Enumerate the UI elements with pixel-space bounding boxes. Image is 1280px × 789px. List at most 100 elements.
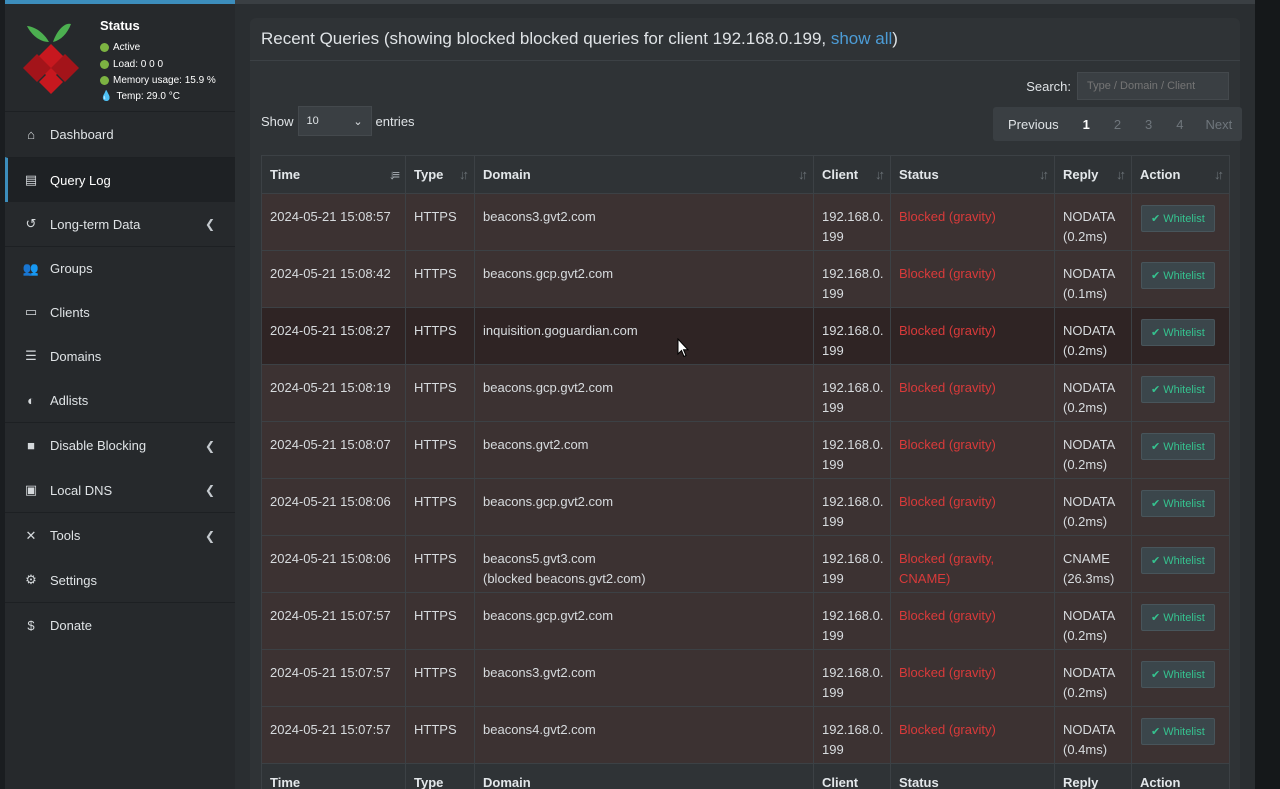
sidebar-item-label: Settings — [50, 572, 97, 588]
sidebar-item-local-dns[interactable]: ▣ Local DNS ❮ — [5, 468, 235, 512]
whitelist-label: Whitelist — [1163, 383, 1205, 396]
whitelist-button[interactable]: ✔ Whitelist — [1141, 661, 1215, 688]
sidebar-item-tools[interactable]: ✕ Tools ❮ — [5, 512, 235, 558]
client-text: 192.168.0. — [822, 380, 884, 395]
sidebar-item-label: Long-term Data — [50, 216, 141, 232]
sidebar-item-dashboard[interactable]: ⌂ Dashboard — [5, 112, 235, 157]
domain-name: beacons3.gvt2.com — [483, 665, 596, 680]
client-text: 199 — [822, 514, 844, 529]
whitelist-button[interactable]: ✔ Whitelist — [1141, 319, 1215, 346]
sidebar-item-donate[interactable]: $ Donate — [5, 602, 235, 648]
cell-client: 192.168.0. 199 — [813, 649, 891, 707]
page-button-1[interactable]: 1 — [1071, 117, 1102, 132]
cell-client: 192.168.0. 199 — [813, 535, 891, 593]
whitelist-button[interactable]: ✔ Whitelist — [1141, 262, 1215, 289]
column-header-status[interactable]: Status ↓↑ — [890, 155, 1055, 194]
sidebar-item-label: Donate — [50, 618, 92, 633]
cell-client: 192.168.0. 199 — [813, 193, 891, 251]
box-title-text: Recent Queries (showing blocked blocked … — [261, 29, 831, 48]
reply-text: (0.2ms) — [1063, 229, 1108, 244]
sidebar-item-settings[interactable]: ⚙ Settings — [5, 558, 235, 602]
sidebar-item-groups[interactable]: 👥 Groups — [5, 246, 235, 290]
shield-icon: ◐ — [27, 392, 35, 408]
previous-button[interactable]: Previous — [993, 117, 1071, 132]
cell-domain: beacons3.gvt2.com — [474, 193, 814, 251]
column-header-domain[interactable]: Domain ↓↑ — [474, 155, 814, 194]
table-footer-row: Time Type Domain Client Status Reply Act… — [261, 763, 1230, 789]
domain-name: beacons4.gvt2.com — [483, 722, 596, 737]
cell-domain: beacons.gcp.gvt2.com — [474, 364, 814, 422]
status-temp: 💧 Temp: 29.0 °C — [100, 91, 180, 102]
client-text: 199 — [822, 571, 844, 586]
whitelist-button[interactable]: ✔ Whitelist — [1141, 604, 1215, 631]
sidebar-item-adlists[interactable]: ◐ Adlists — [5, 378, 235, 422]
mouse-cursor-icon — [677, 338, 689, 358]
footer-client: Client — [813, 763, 891, 789]
sidebar-item-label: Clients — [50, 304, 90, 320]
show-all-link[interactable]: show all — [831, 29, 892, 48]
reply-text: (26.3ms) — [1063, 571, 1115, 586]
column-header-type[interactable]: Type ↓↑ — [405, 155, 475, 194]
main-content: Recent Queries (showing blocked blocked … — [235, 0, 1255, 789]
check-icon: ✔ — [1151, 383, 1161, 396]
reply-text: (0.2ms) — [1063, 343, 1108, 358]
sidebar-item-clients[interactable]: ▭ Clients — [5, 290, 235, 334]
status-memory: Memory usage: 15.9 % — [100, 75, 216, 86]
table-row: 2024-05-21 15:08:06 HTTPS beacons5.gvt3.co… — [261, 535, 1230, 593]
entries-select[interactable]: 10 ⌄ — [297, 106, 372, 136]
whitelist-button[interactable]: ✔ Whitelist — [1141, 547, 1215, 574]
cell-client: 192.168.0. 199 — [813, 421, 891, 479]
cell-type: HTTPS — [405, 535, 475, 593]
whitelist-button[interactable]: ✔ Whitelist — [1141, 718, 1215, 745]
laptop-icon: ▭ — [24, 304, 38, 319]
search-input[interactable] — [1077, 72, 1229, 100]
column-label: Status — [899, 167, 939, 182]
cell-time: 2024-05-21 15:08:57 — [261, 193, 406, 251]
column-header-action[interactable]: Action ↓↑ — [1131, 155, 1230, 194]
sidebar-item-disable-blocking[interactable]: ■ Disable Blocking ❮ — [5, 422, 235, 468]
client-text: 199 — [822, 343, 844, 358]
whitelist-button[interactable]: ✔ Whitelist — [1141, 490, 1215, 517]
home-icon: ⌂ — [27, 127, 35, 142]
reply-text: NODATA — [1063, 380, 1116, 395]
whitelist-button[interactable]: ✔ Whitelist — [1141, 376, 1215, 403]
status-temp-text: Temp: 29.0 °C — [116, 91, 180, 102]
next-button[interactable]: Next — [1196, 117, 1243, 132]
status-dot-icon — [100, 76, 109, 85]
sort-icon: ↓↑ — [1039, 167, 1049, 182]
cell-domain: beacons.gvt2.com — [474, 421, 814, 479]
column-header-time[interactable]: Time ↓≡ — [261, 155, 406, 194]
cell-time: 2024-05-21 15:08:27 — [261, 307, 406, 365]
search-label: Search: — [1026, 78, 1071, 94]
pihole-logo[interactable] — [23, 20, 83, 102]
cell-domain: beacons5.gvt3.com (blocked beacons.gvt2.c… — [474, 535, 814, 593]
page-button-4[interactable]: 4 — [1164, 117, 1195, 132]
sidebar-item-long-term-data[interactable]: ↺ Long-term Data ❮ — [5, 202, 235, 246]
users-icon: 👥 — [22, 260, 40, 276]
cell-reply: NODATA (0.2ms) — [1054, 364, 1132, 422]
sort-icon: ↓↑ — [1214, 167, 1224, 182]
cell-action: ✔ Whitelist — [1131, 535, 1230, 593]
cell-type: HTTPS — [405, 364, 475, 422]
column-header-reply[interactable]: Reply ↓↑ — [1054, 155, 1132, 194]
page-button-3[interactable]: 3 — [1133, 117, 1164, 132]
page-button-2[interactable]: 2 — [1102, 117, 1133, 132]
reply-text: (0.2ms) — [1063, 514, 1108, 529]
whitelist-button[interactable]: ✔ Whitelist — [1141, 205, 1215, 232]
sort-icon: ↓↑ — [1116, 167, 1126, 182]
table-row: 2024-05-21 15:08:19 HTTPS beacons.gcp.gvt2… — [261, 364, 1230, 422]
show-label: Show — [261, 113, 294, 129]
table-body: 2024-05-21 15:08:57 HTTPS beacons3.gvt2.co… — [261, 193, 1230, 764]
sidebar-item-query-log[interactable]: ▤ Query Log — [5, 157, 235, 202]
domain-name: beacons3.gvt2.com — [483, 209, 596, 224]
cell-status: Blocked (gravity) — [890, 706, 1055, 764]
column-header-client[interactable]: Client ↓↑ — [813, 155, 891, 194]
client-text: 192.168.0. — [822, 665, 884, 680]
check-icon: ✔ — [1151, 668, 1161, 681]
whitelist-button[interactable]: ✔ Whitelist — [1141, 433, 1215, 460]
footer-time: Time — [261, 763, 406, 789]
check-icon: ✔ — [1151, 269, 1161, 282]
cell-time: 2024-05-21 15:08:06 — [261, 478, 406, 536]
sidebar-item-domains[interactable]: ☰ Domains — [5, 334, 235, 378]
whitelist-label: Whitelist — [1163, 611, 1205, 624]
